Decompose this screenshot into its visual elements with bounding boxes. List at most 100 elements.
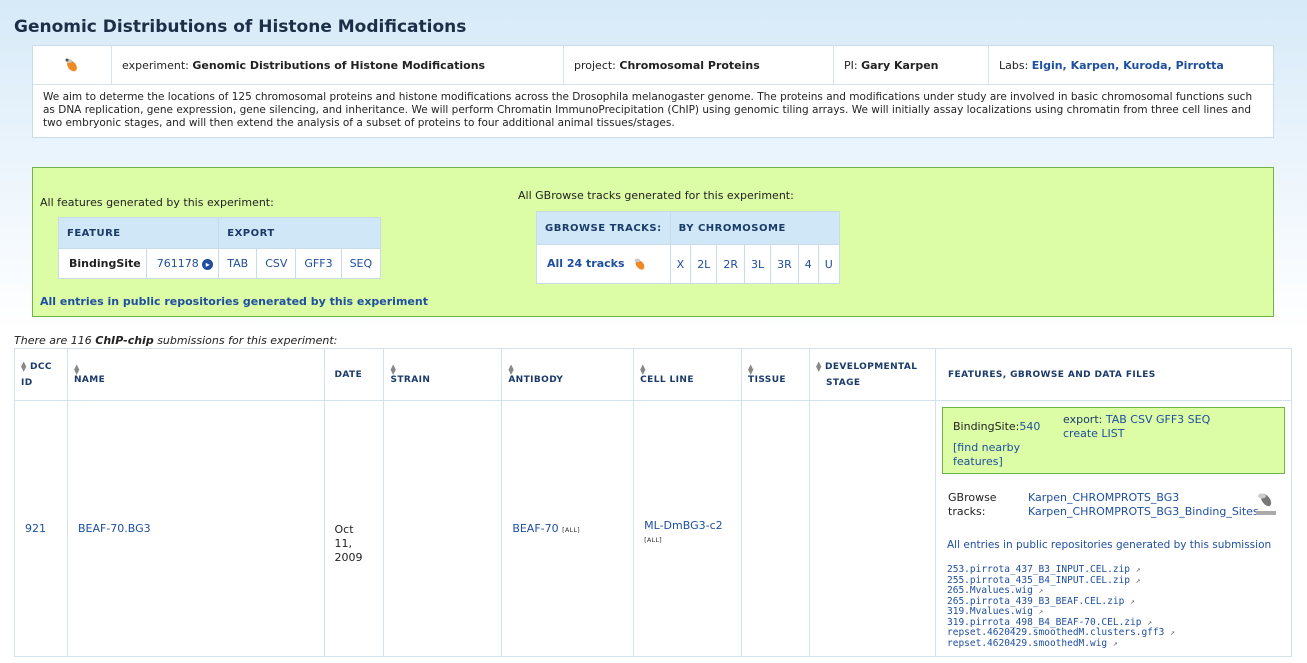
submission-export-gff3[interactable]: GFF3	[1156, 413, 1184, 426]
experiment-value: Genomic Distributions of Histone Modific…	[192, 58, 486, 72]
experiment-public-repo-link[interactable]: All entries in public repositories gener…	[40, 295, 428, 308]
sort-icon[interactable]: ▲ ▼	[21, 360, 27, 372]
submissions-note: There are 116 ChIP-chip submissions for …	[14, 334, 338, 347]
external-link-icon: ↗	[1038, 586, 1044, 595]
table-row: 921 BEAF-70.BG3 Oct 11, 2009 BEAF-70 [ALL]…	[14, 400, 1292, 657]
external-link-icon: ↗	[1135, 575, 1141, 585]
sort-icon[interactable]: ▲ ▼	[508, 363, 514, 375]
external-link-icon: ↗	[1147, 617, 1153, 627]
files-cell: BindingSite:540 [find nearby features] ex…	[935, 400, 1292, 657]
dcc-id-link[interactable]: 921	[25, 522, 46, 535]
features-panel: All features generated by this experimen…	[32, 167, 1274, 317]
external-link-icon: ↗	[1038, 607, 1044, 616]
submission-features-box: BindingSite:540 [find nearby features] ex…	[942, 407, 1285, 474]
features-heading: All features generated by this experimen…	[40, 196, 274, 209]
tissue-header[interactable]: ▲ ▼ TISSUE	[741, 348, 810, 401]
features-table: FEATURE EXPORT BindingSite 761178 ▸ TAB …	[57, 217, 382, 279]
project-label: project:	[574, 58, 616, 72]
gbrowse-table: GBROWSE TRACKS: BY CHROMOSOME All 24 tra…	[536, 211, 840, 284]
submission-export-seq[interactable]: SEQ	[1188, 413, 1211, 426]
cell-line-header[interactable]: ▲ ▼ CELL LINE	[633, 348, 743, 401]
external-link-icon: ↗	[1135, 565, 1141, 574]
antibody-header[interactable]: ▲ ▼ ANTIBODY	[501, 348, 635, 401]
pi-value: Gary Karpen	[861, 58, 939, 72]
sort-icon[interactable]: ▲ ▼	[748, 363, 754, 375]
experiment-description: We aim to determe the locations of 125 c…	[43, 91, 1253, 129]
lab-link-kuroda[interactable]: Kuroda,	[1123, 59, 1172, 72]
strain-header[interactable]: ▲ ▼ STRAIN	[383, 348, 503, 401]
chromosome-link-2r[interactable]: 2R	[723, 258, 738, 271]
data-files-list: 253.pirrota_437_B3_INPUT.CEL.zip ↗ 255.p…	[947, 564, 1285, 650]
create-list-link[interactable]: create LIST	[1063, 427, 1125, 440]
external-link-icon: ↗	[1170, 628, 1175, 637]
lab-link-karpen[interactable]: Karpen,	[1071, 59, 1120, 72]
export-label: export:	[1063, 413, 1103, 426]
dcc-id-header[interactable]: ▲ ▼ DCC ID	[14, 348, 68, 401]
submission-export-csv[interactable]: CSV	[1130, 413, 1152, 426]
submission-export-tab[interactable]: TAB	[1106, 413, 1127, 426]
gbrowse-heading: All GBrowse tracks generated for this ex…	[518, 189, 794, 202]
feature-name: BindingSite	[58, 248, 147, 279]
date-header[interactable]: DATE	[323, 348, 385, 401]
gbrowse-tracks-section: GBrowse tracks: Karpen_CHROMPROTS_BG3 Kar…	[942, 491, 1285, 539]
all-tracks-link[interactable]: All 24 tracks	[547, 257, 625, 270]
antibody-all-tag[interactable]: [ALL]	[562, 526, 580, 534]
stage-cell	[809, 400, 936, 657]
antibody-link[interactable]: BEAF-70	[512, 522, 558, 535]
page-title: Genomic Distributions of Histone Modific…	[14, 17, 467, 37]
lab-link-elgin[interactable]: Elgin,	[1032, 59, 1067, 72]
by-chromosome-header: BY CHROMOSOME	[669, 211, 840, 245]
sort-icon[interactable]: ▲ ▼	[74, 363, 80, 375]
sort-icon[interactable]: ▲ ▼	[640, 363, 646, 375]
export-tab-link[interactable]: TAB	[227, 257, 248, 270]
project-cell: project: Chromosomal Proteins	[564, 46, 834, 84]
gbrowse-track-link[interactable]: Karpen_CHROMPROTS_BG3_Binding_Sites	[1028, 505, 1259, 518]
name-header[interactable]: ▲ ▼ NAME	[66, 348, 325, 401]
chromosome-link-3r[interactable]: 3R	[777, 258, 792, 271]
arrow-circle-icon[interactable]: ▸	[202, 259, 214, 270]
gbrowse-track-link[interactable]: Karpen_CHROMPROTS_BG3	[1028, 491, 1179, 504]
project-value: Chromosomal Proteins	[619, 58, 760, 72]
lab-link-pirrotta[interactable]: Pirrotta	[1176, 59, 1224, 72]
sort-icon[interactable]: ▲ ▼	[390, 363, 396, 375]
cell-line-link[interactable]: ML-DmBG3-c2	[644, 519, 722, 532]
export-gff3-link[interactable]: GFF3	[304, 257, 332, 270]
chromosome-link-4[interactable]: 4	[805, 258, 812, 271]
chromosome-link-3l[interactable]: 3L	[751, 258, 764, 271]
find-nearby-features-link[interactable]: [find nearby features]	[953, 441, 1020, 468]
binding-site-label: BindingSite:	[953, 420, 1020, 433]
export-csv-link[interactable]: CSV	[265, 257, 287, 270]
chromosome-link-x[interactable]: X	[677, 258, 685, 271]
submissions-header-row: ▲ ▼ DCC ID ▲ ▼ NAME DATE ▲ ▼ STRAIN ▲ ▼ ANTIBODY …	[14, 348, 1292, 401]
chromosome-link-u[interactable]: U	[825, 258, 833, 271]
tissue-cell	[741, 400, 810, 657]
pi-cell: PI: Gary Karpen	[834, 46, 989, 84]
gbrowse-fly-icon[interactable]	[63, 56, 81, 74]
external-link-icon: ↗	[1112, 638, 1118, 648]
strain-cell	[383, 400, 503, 657]
experiment-info-row: experiment: Genomic Distributions of His…	[33, 46, 1273, 85]
submission-name-link[interactable]: BEAF-70.BG3	[78, 522, 151, 535]
files-header: FEATURES, GBROWSE AND DATA FILES	[935, 348, 1292, 401]
labs-label: Labs:	[999, 58, 1029, 72]
gbrowse-fly-icon[interactable]	[632, 256, 648, 272]
external-link-icon: ↗	[1130, 596, 1135, 606]
stage-header[interactable]: ▲ ▼ DEVELOPMENTAL STAGE	[809, 348, 936, 401]
submissions-table: ▲ ▼ DCC ID ▲ ▼ NAME DATE ▲ ▼ STRAIN ▲ ▼ ANTIBODY …	[14, 348, 1292, 657]
binding-site-count-link[interactable]: 540	[1019, 420, 1040, 433]
experiment-label: experiment:	[122, 58, 189, 72]
gbrowse-screenshot-icon[interactable]	[1254, 491, 1278, 517]
gbrowse-tracks-header: GBROWSE TRACKS:	[536, 211, 671, 245]
export-seq-link[interactable]: SEQ	[350, 257, 373, 270]
submission-date: Oct 11, 2009	[323, 400, 385, 657]
sort-icon[interactable]: ▲ ▼	[816, 360, 822, 372]
submission-public-repo-link[interactable]: All entries in public repositories gener…	[947, 539, 1285, 551]
list-item[interactable]: repset.4620429.smoothedM.wig ↗	[947, 638, 1285, 650]
feature-count-link[interactable]: 761178	[157, 257, 199, 270]
chromosome-link-2l[interactable]: 2L	[697, 258, 710, 271]
fly-icon-cell	[33, 46, 112, 84]
experiment-info-box: experiment: Genomic Distributions of His…	[32, 45, 1274, 138]
cell-line-all-tag[interactable]: [ALL]	[644, 536, 662, 544]
feature-column-header: FEATURE	[57, 217, 220, 249]
labs-cell: Labs: Elgin, Karpen, Kuroda, Pirrotta	[989, 46, 1273, 84]
